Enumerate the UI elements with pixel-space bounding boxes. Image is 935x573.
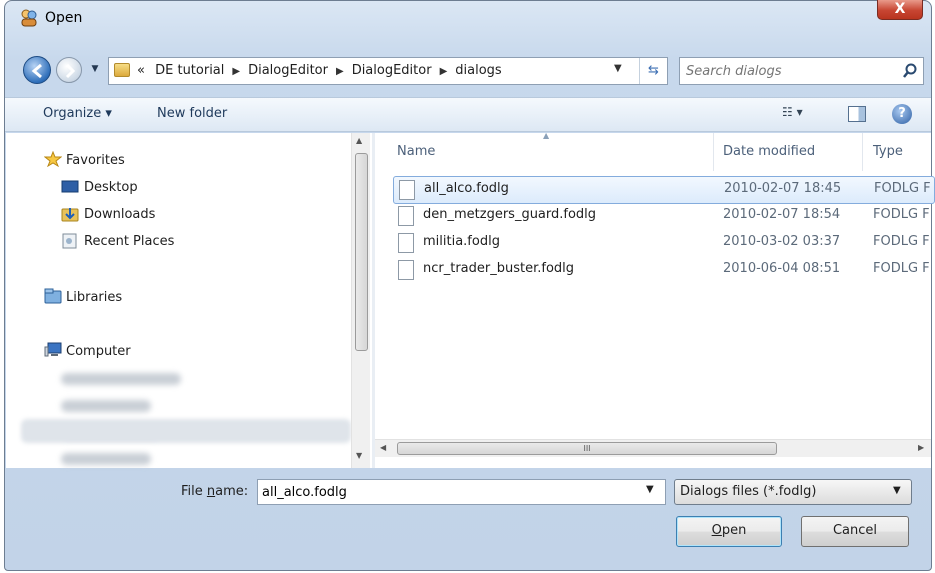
breadcrumb-item[interactable]: DE tutorial <box>155 63 224 78</box>
scroll-right-icon[interactable]: ▶ <box>918 443 924 452</box>
nav-scrollbar[interactable]: ▲ ▼ <box>351 133 370 468</box>
filetype-select[interactable]: Dialogs files (*.fodlg) ▼ <box>674 479 912 505</box>
chevron-right-icon[interactable]: ▶ <box>336 66 344 77</box>
search-input[interactable] <box>686 62 891 80</box>
hscroll-thumb[interactable]: III <box>397 442 777 455</box>
file-list-hscrollbar[interactable]: ◀ III ▶ <box>375 439 931 457</box>
forward-arrow-icon <box>65 63 76 79</box>
nav-item-recent-places[interactable]: Recent Places <box>84 234 174 249</box>
file-row[interactable]: all_alco.fodlg 2010-02-07 18:45 FODLG F <box>393 176 935 204</box>
search-box <box>679 57 924 85</box>
recent-places-icon <box>62 233 77 249</box>
search-icon[interactable] <box>901 62 919 80</box>
file-icon <box>398 206 414 226</box>
scroll-left-icon[interactable]: ◀ <box>380 443 386 452</box>
libraries-icon <box>44 288 62 304</box>
column-header-date[interactable]: Date modified <box>723 144 815 159</box>
recent-pages-dropdown[interactable]: ▼ <box>89 63 101 75</box>
file-date: 2010-06-04 08:51 <box>723 261 841 276</box>
breadcrumb: « DE tutorial ▶ DialogEditor ▶ DialogEditor ▶… <box>137 63 502 78</box>
file-icon <box>398 260 414 280</box>
filetype-value: Dialogs files (*.fodlg) <box>680 484 817 499</box>
computer-icon <box>44 342 62 357</box>
filename-combobox: ▼ <box>257 479 666 505</box>
file-row[interactable]: militia.fodlg 2010-03-02 03:37 FODLG F <box>393 230 933 256</box>
nav-item-desktop[interactable]: Desktop <box>84 180 138 195</box>
file-date: 2010-02-07 18:45 <box>724 181 842 196</box>
navigation-pane: Favorites Desktop Downloads Recent Place… <box>6 133 372 468</box>
nav-computer[interactable]: Computer <box>66 344 131 359</box>
file-name: den_metzgers_guard.fodlg <box>423 207 597 222</box>
file-icon <box>398 233 414 253</box>
breadcrumb-item[interactable]: dialogs <box>455 63 501 78</box>
column-separator[interactable] <box>862 133 863 171</box>
scroll-down-icon[interactable]: ▼ <box>356 451 362 460</box>
file-type: FODLG F <box>874 181 931 196</box>
breadcrumb-item[interactable]: DialogEditor <box>248 63 328 78</box>
toolbar: Organize ▾ New folder ☷ ▾ ? <box>5 97 931 132</box>
filename-input[interactable] <box>262 483 632 501</box>
file-type: FODLG F <box>873 207 930 222</box>
back-arrow-icon <box>31 63 42 79</box>
breadcrumb-item[interactable]: DialogEditor <box>352 63 432 78</box>
file-name: militia.fodlg <box>423 234 500 249</box>
new-folder-button[interactable]: New folder <box>157 106 227 121</box>
nav-item-downloads[interactable]: Downloads <box>84 207 155 222</box>
file-type: FODLG F <box>873 261 930 276</box>
desktop-icon <box>61 180 79 193</box>
file-date: 2010-03-02 03:37 <box>723 234 841 249</box>
file-icon <box>399 180 415 200</box>
file-date: 2010-02-07 18:54 <box>723 207 841 222</box>
file-type: FODLG F <box>873 234 930 249</box>
file-row[interactable]: den_metzgers_guard.fodlg 2010-02-07 18:5… <box>393 203 933 229</box>
file-name: ncr_trader_buster.fodlg <box>423 261 575 276</box>
close-button[interactable]: X <box>877 0 923 20</box>
change-view-button[interactable]: ☷ ▾ <box>782 105 803 119</box>
column-header-name[interactable]: Name <box>397 144 435 159</box>
filename-label: File name: <box>181 484 249 499</box>
refresh-icon[interactable]: ⇆ <box>639 58 667 84</box>
chevron-right-icon[interactable]: ▶ <box>232 66 240 77</box>
column-header-type[interactable]: Type <box>873 144 903 159</box>
column-separator[interactable] <box>713 133 714 171</box>
organize-button[interactable]: Organize ▾ <box>43 106 112 121</box>
nav-libraries[interactable]: Libraries <box>66 290 122 305</box>
chevron-right-icon[interactable]: ▶ <box>440 66 448 77</box>
nav-favorites[interactable]: Favorites <box>66 153 125 168</box>
help-button[interactable]: ? <box>892 104 912 124</box>
breadcrumb-overflow[interactable]: « <box>137 63 145 78</box>
preview-pane-icon[interactable] <box>848 106 866 122</box>
cancel-button[interactable]: Cancel <box>801 516 909 547</box>
filename-dropdown-icon[interactable]: ▼ <box>646 484 654 495</box>
file-list: Name ▲ Date modified Type all_alco.fodlg… <box>375 131 935 468</box>
window-title: Open <box>45 10 83 26</box>
downloads-icon <box>61 208 79 222</box>
sort-ascending-icon: ▲ <box>543 131 550 140</box>
chevron-down-icon: ▼ <box>893 485 901 496</box>
file-name: all_alco.fodlg <box>424 181 509 196</box>
star-icon <box>44 151 62 167</box>
open-button[interactable]: Open <box>676 516 782 547</box>
back-button[interactable] <box>23 56 51 84</box>
nav-scroll-thumb[interactable] <box>355 153 368 351</box>
scroll-up-icon[interactable]: ▲ <box>356 136 362 145</box>
forward-button[interactable] <box>56 57 82 83</box>
address-bar[interactable]: « DE tutorial ▶ DialogEditor ▶ DialogEditor ▶… <box>108 57 668 85</box>
folder-icon <box>114 63 130 77</box>
address-history-dropdown[interactable]: ▼ <box>614 63 628 74</box>
file-row[interactable]: ncr_trader_buster.fodlg 2010-06-04 08:51… <box>393 257 933 283</box>
app-icon <box>21 9 37 27</box>
